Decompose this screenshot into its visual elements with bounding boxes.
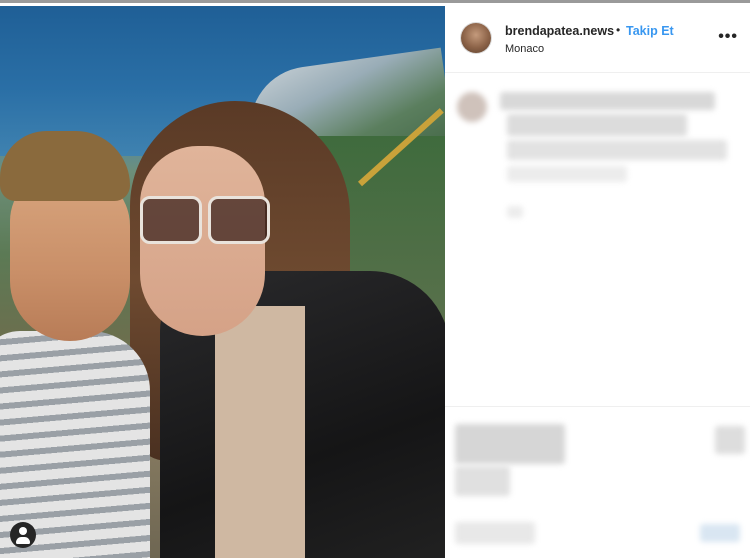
post-side-panel: brendapatea.news • Takip Et Monaco ••• [445,6,750,558]
likes-count-blurred [455,466,510,496]
bookmark-icon-blurred [715,426,745,454]
action-icons-blurred [455,424,565,464]
comment-input-blurred [455,522,535,544]
post-button-blurred [700,524,740,542]
location-link[interactable]: Monaco [505,43,544,55]
sunglasses-right-lens [208,196,270,244]
caption-line-blurred [507,114,687,136]
profile-avatar[interactable] [461,23,491,53]
post-header: brendapatea.news • Takip Et Monaco ••• [445,6,750,73]
actions-divider [445,406,750,407]
caption-line-blurred [507,140,727,160]
caption-line-blurred [500,92,715,110]
woman-top [215,306,305,558]
post-photo[interactable] [0,6,445,558]
caption-line-blurred [507,166,627,182]
username-link[interactable]: brendapatea.news [505,24,614,38]
man-hair [0,131,130,201]
header-separator: • [616,23,621,37]
more-options-icon[interactable]: ••• [718,28,738,46]
photo-man [0,131,170,558]
caption-time-blurred [507,206,523,218]
user-tag-icon[interactable] [10,522,36,548]
instagram-post-frame: brendapatea.news • Takip Et Monaco ••• [0,0,750,558]
follow-button[interactable]: Takip Et [626,24,674,38]
caption-avatar-blurred [457,92,487,122]
